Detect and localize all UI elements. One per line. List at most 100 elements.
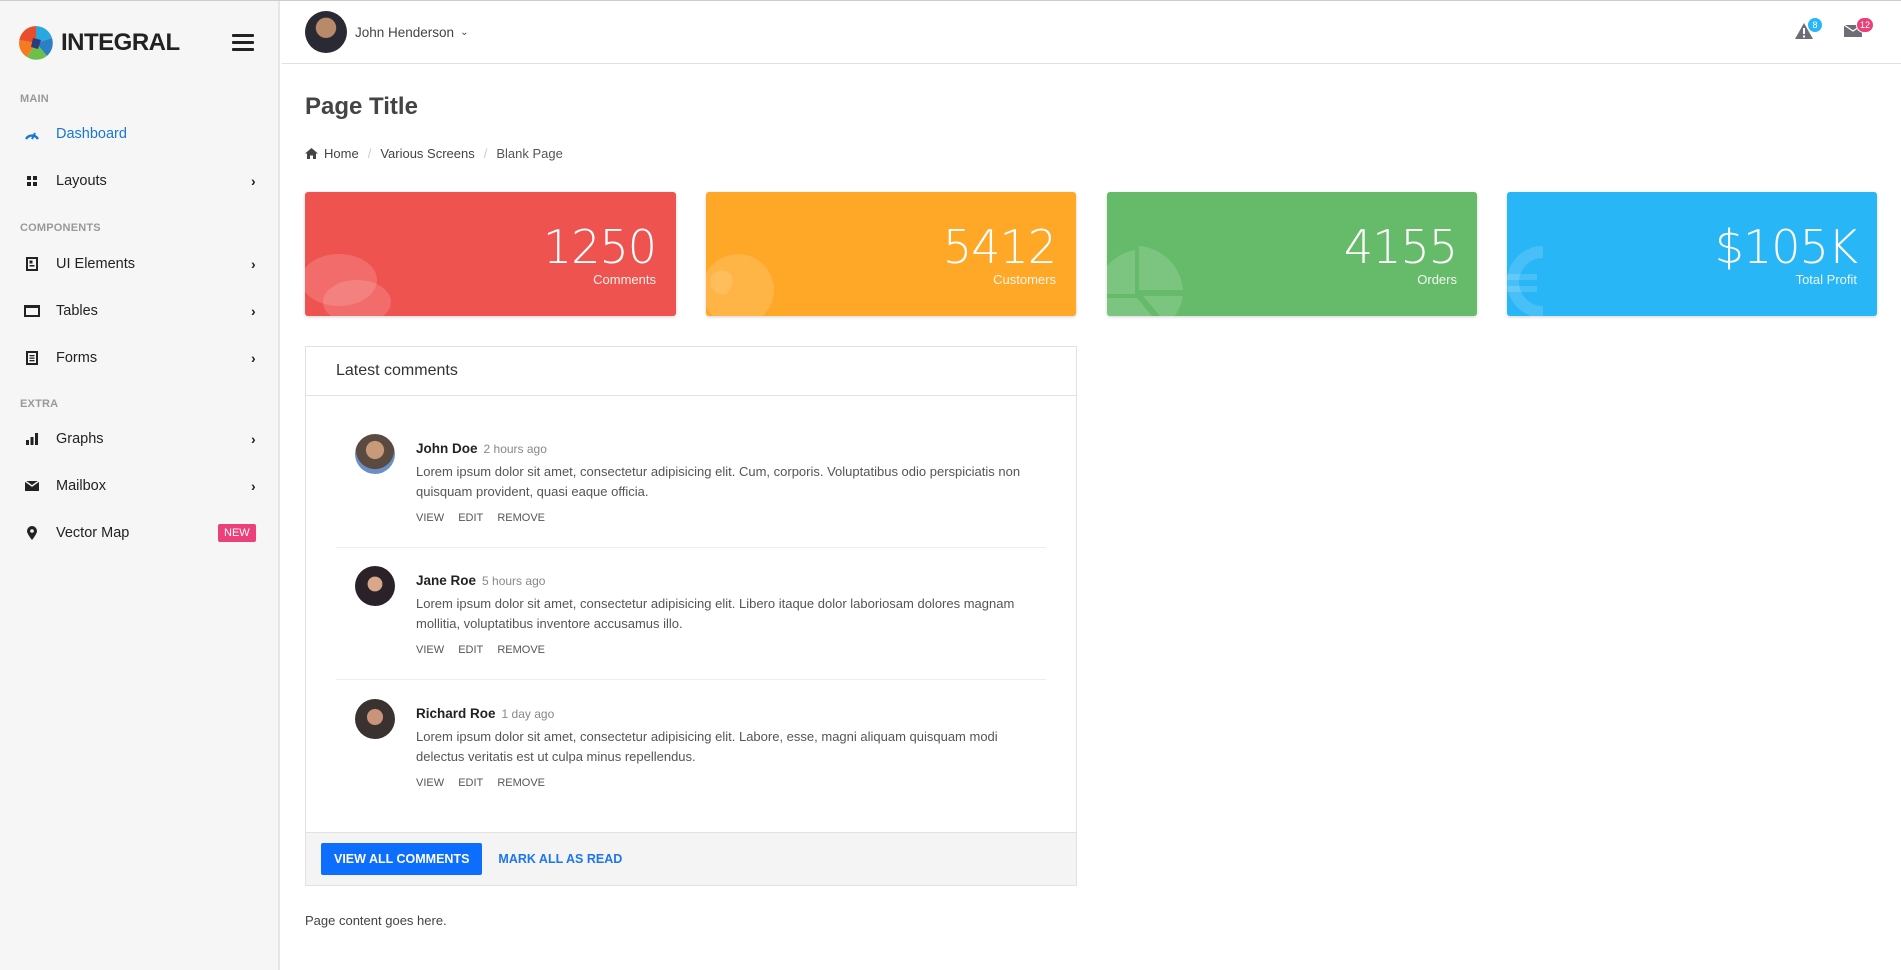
sidebar-item-label: UI Elements	[56, 256, 135, 272]
breadcrumb-separator: /	[367, 146, 372, 161]
comment-time: 1 day ago	[501, 707, 555, 721]
stat-label: Orders	[1417, 272, 1457, 287]
notifications-button[interactable]: 8	[1795, 17, 1823, 44]
avatar	[355, 699, 395, 739]
topbar: John Henderson ⌄ 8 12	[282, 1, 1901, 64]
stat-card-customers: 5412 Customers	[706, 192, 1076, 316]
nav-section-main: MAIN	[20, 93, 49, 105]
sidebar-item-vector-map[interactable]: Vector Map NEW	[0, 513, 278, 553]
card-footer: VIEW ALL COMMENTS MARK ALL AS READ	[306, 832, 1076, 885]
card-title: Latest comments	[306, 347, 1076, 396]
view-all-comments-button[interactable]: VIEW ALL COMMENTS	[321, 843, 483, 875]
chevron-right-icon: ›	[251, 256, 256, 272]
sidebar-item-label: Graphs	[56, 431, 104, 447]
breadcrumb-separator: /	[483, 146, 488, 161]
home-icon[interactable]	[305, 148, 318, 159]
menu-toggle-icon[interactable]	[232, 34, 254, 52]
sidebar-item-ui-elements[interactable]: UI Elements ›	[0, 244, 278, 284]
edit-comment-link[interactable]: EDIT	[458, 777, 483, 789]
breadcrumb-home[interactable]: Home	[324, 146, 359, 161]
notifications-count-badge: 8	[1807, 17, 1823, 33]
avatar	[355, 434, 395, 474]
document-icon	[24, 256, 40, 272]
new-badge: NEW	[218, 524, 256, 542]
stat-card-total-profit: $105K Total Profit	[1507, 192, 1877, 316]
view-comment-link[interactable]: VIEW	[416, 777, 444, 789]
euro-icon	[1507, 246, 1544, 316]
stat-label: Comments	[593, 272, 656, 287]
edit-comment-link[interactable]: EDIT	[458, 512, 483, 524]
avatar	[355, 566, 395, 606]
breadcrumb-various-screens[interactable]: Various Screens	[380, 146, 474, 161]
stat-value: 4155	[1343, 220, 1458, 274]
comment-text: Lorem ipsum dolor sit amet, consectetur …	[416, 464, 1021, 499]
bar-chart-icon	[24, 431, 40, 447]
chevron-right-icon: ›	[251, 350, 256, 366]
form-list-icon	[24, 350, 40, 366]
messages-button[interactable]: 12	[1843, 17, 1875, 42]
page-title: Page Title	[305, 93, 418, 120]
stat-label: Total Profit	[1795, 272, 1857, 287]
edit-comment-link[interactable]: EDIT	[458, 644, 483, 656]
sidebar-item-mailbox[interactable]: Mailbox ›	[0, 466, 278, 506]
table-window-icon	[24, 303, 40, 319]
comment-text: Lorem ipsum dolor sit amet, consectetur …	[416, 729, 998, 764]
chevron-right-icon: ›	[251, 173, 256, 189]
sidebar-item-label: Tables	[56, 303, 98, 319]
comment-author[interactable]: Richard Roe	[416, 706, 496, 721]
stat-label: Customers	[993, 272, 1056, 287]
grid-icon	[24, 173, 40, 189]
sidebar-item-label: Vector Map	[56, 525, 130, 541]
latest-comments-card: Latest comments John Doe 2 hours ago Lore…	[305, 346, 1077, 886]
comment-divider	[336, 547, 1046, 548]
remove-comment-link[interactable]: REMOVE	[497, 644, 545, 656]
comments-icon	[305, 254, 391, 316]
comment-author[interactable]: Jane Roe	[416, 573, 476, 588]
nav-section-components: COMPONENTS	[20, 222, 101, 234]
stat-value: 5412	[942, 220, 1057, 274]
brand-name: INTEGRAL	[61, 29, 180, 56]
stat-value: 1250	[542, 220, 657, 274]
view-comment-link[interactable]: VIEW	[416, 512, 444, 524]
user-menu[interactable]: John Henderson ⌄	[305, 11, 468, 53]
sidebar-item-tables[interactable]: Tables ›	[0, 291, 278, 331]
globe-icon	[706, 254, 774, 316]
page-content-text: Page content goes here.	[305, 913, 447, 928]
comment-time: 2 hours ago	[483, 442, 547, 456]
sidebar-item-graphs[interactable]: Graphs ›	[0, 419, 278, 459]
messages-count-badge: 12	[1856, 17, 1875, 33]
comment-text: Lorem ipsum dolor sit amet, consectetur …	[416, 596, 1015, 631]
brand-logo-icon	[19, 26, 53, 60]
dashboard-gauge-icon	[24, 126, 40, 142]
map-pin-icon	[24, 525, 40, 541]
comment-divider	[336, 679, 1046, 680]
remove-comment-link[interactable]: REMOVE	[497, 512, 545, 524]
mark-all-as-read-button[interactable]: MARK ALL AS READ	[498, 852, 622, 866]
stat-card-comments: 1250 Comments	[305, 192, 676, 316]
sidebar-item-layouts[interactable]: Layouts ›	[0, 161, 278, 201]
sidebar: INTEGRAL MAIN Dashboard Layouts › COMPON…	[0, 1, 280, 970]
stat-value: $105K	[1714, 220, 1858, 274]
envelope-icon	[24, 478, 40, 494]
sidebar-item-forms[interactable]: Forms ›	[0, 338, 278, 378]
breadcrumb: Home / Various Screens / Blank Page	[305, 146, 563, 161]
view-comment-link[interactable]: VIEW	[416, 644, 444, 656]
remove-comment-link[interactable]: REMOVE	[497, 777, 545, 789]
nav-section-extra: EXTRA	[20, 398, 59, 410]
user-avatar	[305, 11, 347, 53]
brand[interactable]: INTEGRAL	[19, 26, 180, 60]
user-name: John Henderson	[355, 24, 455, 40]
chevron-right-icon: ›	[251, 431, 256, 447]
chevron-down-icon: ⌄	[460, 26, 469, 38]
chevron-right-icon: ›	[251, 303, 256, 319]
sidebar-item-label: Mailbox	[56, 478, 106, 494]
sidebar-item-label: Dashboard	[56, 126, 127, 142]
comment-author[interactable]: John Doe	[416, 441, 478, 456]
chevron-right-icon: ›	[251, 478, 256, 494]
sidebar-item-dashboard[interactable]: Dashboard	[0, 114, 278, 154]
sidebar-item-label: Layouts	[56, 173, 107, 189]
stat-card-orders: 4155 Orders	[1107, 192, 1477, 316]
sidebar-item-label: Forms	[56, 350, 98, 366]
comment-time: 5 hours ago	[482, 574, 546, 588]
pie-chart-icon	[1107, 246, 1183, 316]
